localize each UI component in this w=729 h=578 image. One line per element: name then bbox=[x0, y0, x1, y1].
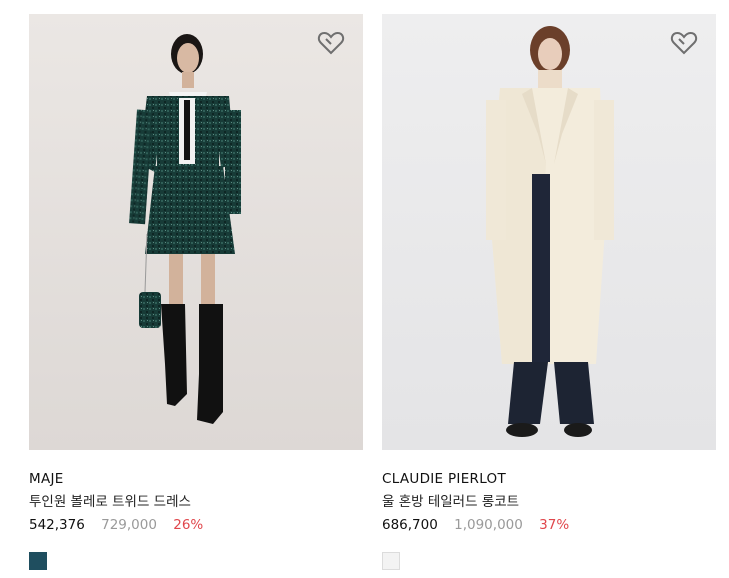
product-photo-tweed-dress bbox=[29, 14, 363, 450]
color-swatch[interactable] bbox=[29, 552, 47, 570]
heart-outline-icon[interactable] bbox=[317, 30, 345, 56]
product-brand[interactable]: MAJE bbox=[29, 469, 363, 489]
product-name[interactable]: 투인원 볼레로 트위드 드레스 bbox=[29, 491, 363, 513]
sale-price: 686,700 bbox=[382, 517, 438, 533]
discount-rate: 26% bbox=[173, 517, 204, 533]
original-price: 729,000 bbox=[101, 517, 157, 533]
original-price: 1,090,000 bbox=[454, 517, 523, 533]
product-card[interactable]: CLAUDIE PIERLOT 울 혼방 테일러드 롱코트 686,700 1,… bbox=[382, 14, 716, 570]
product-grid: MAJE 투인원 볼레로 트위드 드레스 542,376 729,000 26% bbox=[0, 0, 729, 578]
product-name[interactable]: 울 혼방 테일러드 롱코트 bbox=[382, 491, 716, 513]
sale-price: 542,376 bbox=[29, 517, 85, 533]
price-row: 686,700 1,090,000 37% bbox=[382, 514, 716, 536]
product-image[interactable] bbox=[29, 14, 363, 450]
heart-outline-icon[interactable] bbox=[670, 30, 698, 56]
price-row: 542,376 729,000 26% bbox=[29, 514, 363, 536]
product-brand[interactable]: CLAUDIE PIERLOT bbox=[382, 469, 716, 489]
product-card[interactable]: MAJE 투인원 볼레로 트위드 드레스 542,376 729,000 26% bbox=[29, 14, 363, 570]
discount-rate: 37% bbox=[539, 517, 570, 533]
color-swatch[interactable] bbox=[382, 552, 400, 570]
product-photo-long-coat bbox=[382, 14, 716, 450]
product-image[interactable] bbox=[382, 14, 716, 450]
